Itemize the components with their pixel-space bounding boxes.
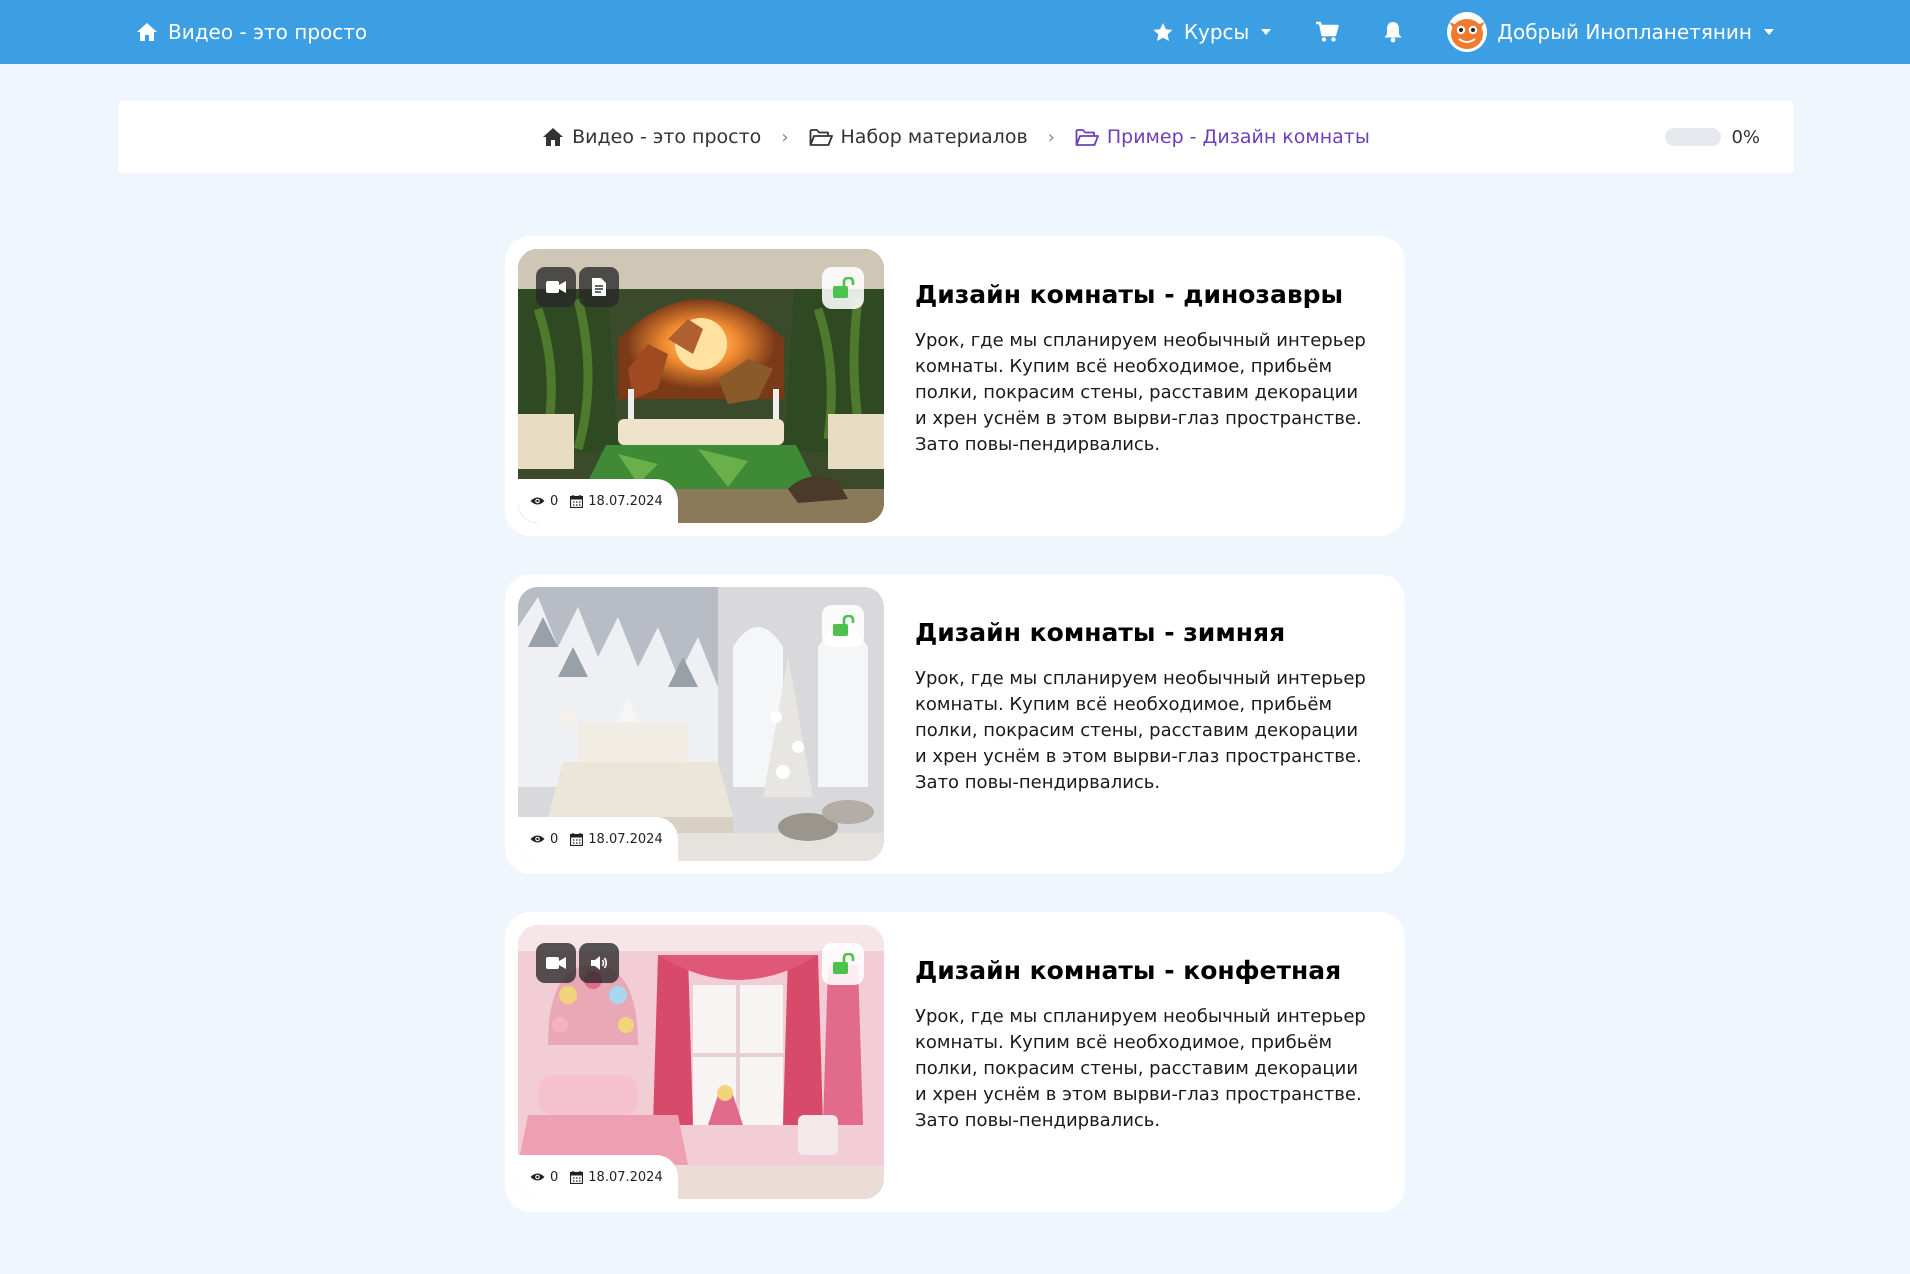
lesson-card[interactable]: 0 18.07.2024 Дизайн комнаты - зимняя Уро… <box>505 574 1405 874</box>
chevron-right-icon: › <box>781 126 789 148</box>
user-name: Добрый Инопланетянин <box>1497 20 1752 44</box>
views-count: 0 <box>530 1170 558 1185</box>
document-icon <box>579 267 619 307</box>
lesson-title[interactable]: Дизайн комнаты - конфетная <box>915 956 1375 985</box>
course-progress: 0% <box>1665 101 1760 173</box>
chevron-down-icon <box>1764 29 1774 35</box>
breadcrumb-item-home[interactable]: Видео - это просто <box>542 126 761 148</box>
lesson-date: 18.07.2024 <box>570 1170 663 1185</box>
courses-dropdown[interactable]: Курсы <box>1152 20 1272 44</box>
cart-icon <box>1316 21 1340 42</box>
calendar-icon <box>570 1170 584 1184</box>
lesson-description: Урок, где мы спланируем необычный интерь… <box>915 330 1366 455</box>
navbar-right: Курсы Добрый Инопланетянин <box>1108 0 1774 64</box>
lesson-card[interactable]: 0 18.07.2024 Дизайн комнаты - динозавры … <box>505 236 1405 536</box>
eye-icon <box>530 1173 545 1181</box>
views-count: 0 <box>530 494 558 509</box>
eye-icon <box>530 835 545 843</box>
user-menu[interactable]: Добрый Инопланетянин <box>1447 12 1774 52</box>
notifications-button[interactable] <box>1383 21 1403 43</box>
lesson-card[interactable]: 0 18.07.2024 Дизайн комнаты - конфетная … <box>505 912 1405 1212</box>
lesson-thumbnail: 0 18.07.2024 <box>518 587 884 861</box>
lesson-date: 18.07.2024 <box>570 832 663 847</box>
courses-label: Курсы <box>1183 20 1250 44</box>
lesson-description: Урок, где мы спланируем необычный интерь… <box>915 1006 1366 1131</box>
brand-label: Видео - это просто <box>168 20 368 44</box>
unlock-icon <box>822 605 864 647</box>
lesson-meta: 0 18.07.2024 <box>518 1155 678 1199</box>
breadcrumb-label: Набор материалов <box>840 126 1028 148</box>
top-navbar: Видео - это просто Курсы Добрый Иноплане… <box>0 0 1910 64</box>
unlock-icon <box>822 267 864 309</box>
unlock-icon <box>822 943 864 985</box>
progress-text: 0% <box>1731 126 1760 148</box>
brand-link[interactable]: Видео - это просто <box>136 0 367 64</box>
calendar-icon <box>570 832 584 846</box>
folder-open-icon <box>809 128 833 146</box>
star-icon <box>1153 22 1173 41</box>
calendar-icon <box>570 494 584 508</box>
video-camera-icon <box>536 943 576 983</box>
lesson-meta: 0 18.07.2024 <box>518 817 678 861</box>
breadcrumb-item-materials[interactable]: Набор материалов <box>809 126 1028 148</box>
progress-bar <box>1665 128 1722 146</box>
breadcrumb-item-current[interactable]: Пример - Дизайн комнаты <box>1075 126 1370 148</box>
home-icon <box>137 23 157 41</box>
lesson-badges <box>536 943 619 983</box>
lesson-meta: 0 18.07.2024 <box>518 479 678 523</box>
lesson-badges <box>536 267 619 307</box>
breadcrumb-panel: Видео - это просто › Набор материалов › … <box>118 101 1794 173</box>
folder-open-icon <box>1075 128 1099 146</box>
video-camera-icon <box>536 267 576 307</box>
lesson-date: 18.07.2024 <box>570 494 663 509</box>
chevron-right-icon: › <box>1047 126 1055 148</box>
volume-icon <box>579 943 619 983</box>
alien-avatar-icon <box>1447 12 1488 52</box>
lesson-thumbnail: 0 18.07.2024 <box>518 249 884 523</box>
breadcrumb-label: Видео - это просто <box>572 126 762 148</box>
chevron-down-icon <box>1261 29 1272 35</box>
lesson-description: Урок, где мы спланируем необычный интерь… <box>915 668 1366 793</box>
eye-icon <box>530 497 545 505</box>
bell-icon <box>1384 22 1402 43</box>
cart-button[interactable] <box>1315 21 1340 43</box>
breadcrumb-label: Пример - Дизайн комнаты <box>1106 126 1370 148</box>
home-icon <box>543 128 564 146</box>
breadcrumb: Видео - это просто › Набор материалов › … <box>118 101 1794 173</box>
lesson-thumbnail: 0 18.07.2024 <box>518 925 884 1199</box>
lesson-title[interactable]: Дизайн комнаты - динозавры <box>915 280 1375 309</box>
avatar <box>1447 12 1488 52</box>
views-count: 0 <box>530 832 558 847</box>
lesson-title[interactable]: Дизайн комнаты - зимняя <box>915 618 1375 647</box>
